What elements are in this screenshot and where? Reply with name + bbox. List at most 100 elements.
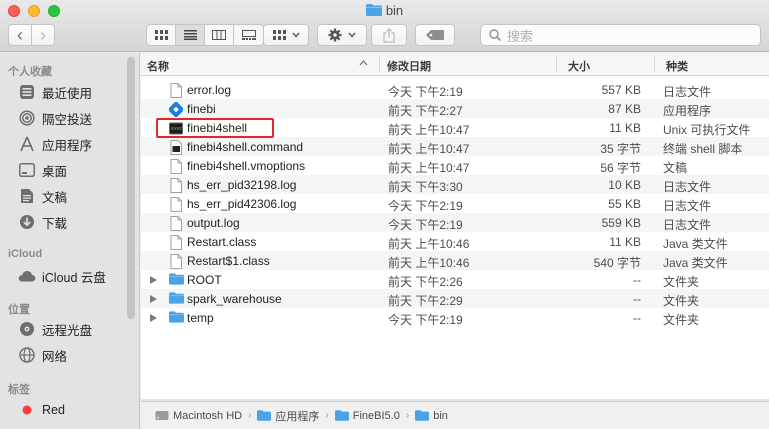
sidebar-scrollbar[interactable] <box>127 57 135 319</box>
column-divider[interactable] <box>556 56 557 72</box>
path-item-finebi[interactable]: FineBI5.0 <box>334 409 400 422</box>
path-item-label: FineBI5.0 <box>352 409 400 422</box>
sidebar-item-label: 下载 <box>42 216 68 231</box>
folder-icon <box>169 292 184 307</box>
file-modified-date: 今天 下午2:19 <box>388 85 463 99</box>
forward-button[interactable]: › <box>31 24 55 46</box>
search-placeholder: 搜索 <box>507 28 534 44</box>
title-toolbar: bin ‹ › 搜索 <box>0 0 769 52</box>
file-size: 35 字节 <box>600 142 641 156</box>
grid-icon <box>154 30 168 40</box>
table-row[interactable]: finebi4shell.vmoptions 前天 上午10:47 56 字节 文稿 <box>141 156 769 175</box>
file-name: Restart$1.class <box>187 254 270 268</box>
chevron-down-icon <box>291 32 300 38</box>
folder-icon <box>365 4 382 16</box>
icloud-icon <box>18 267 36 285</box>
sidebar-header-favorites: 个人收藏 <box>8 66 52 78</box>
file-name: finebi4shell.vmoptions <box>187 159 306 173</box>
file-kind: 文件夹 <box>663 275 700 289</box>
column-size-header[interactable]: 大小 <box>568 58 590 74</box>
file-size: 10 KB <box>608 178 641 192</box>
path-item-applications[interactable]: 应用程序 <box>257 408 319 424</box>
list-icon <box>183 30 197 40</box>
table-row[interactable]: hs_err_pid32198.log 前天 下午3:30 10 KB 日志文件 <box>141 175 769 194</box>
file-kind: 终端 shell 脚本 <box>663 142 743 156</box>
document-icon <box>169 235 183 250</box>
gallery-icon <box>241 30 256 40</box>
sidebar-item-label: 远程光盘 <box>42 323 93 338</box>
folder-icon <box>169 273 184 288</box>
sidebar-item-applications[interactable]: 应用程序 <box>18 134 92 154</box>
disclosure-triangle-icon[interactable] <box>150 295 157 303</box>
sidebar-item-desktop[interactable]: 桌面 <box>18 160 67 180</box>
edit-tags-button[interactable] <box>415 24 455 46</box>
file-kind: 文件夹 <box>663 294 700 308</box>
table-row[interactable]: output.log 今天 下午2:19 559 KB 日志文件 <box>141 213 769 232</box>
table-row[interactable]: hs_err_pid42306.log 今天 下午2:19 55 KB 日志文件 <box>141 194 769 213</box>
column-divider[interactable] <box>654 56 655 72</box>
file-kind: 应用程序 <box>663 104 712 118</box>
file-name: finebi4shell.command <box>187 140 304 154</box>
column-date-header[interactable]: 修改日期 <box>387 58 431 74</box>
action-menu-button[interactable] <box>317 24 367 46</box>
table-row[interactable]: finebi 前天 下午2:27 87 KB 应用程序 <box>141 99 769 118</box>
table-row[interactable]: spark_warehouse 前天 下午2:29 -- 文件夹 <box>141 289 769 308</box>
icon-view-button[interactable] <box>147 25 176 45</box>
file-name: output.log <box>187 216 240 230</box>
file-modified-date: 今天 下午2:19 <box>388 199 463 213</box>
column-view-button[interactable] <box>205 25 234 45</box>
gallery-view-button[interactable] <box>234 25 263 45</box>
table-row[interactable]: temp 今天 下午2:19 -- 文件夹 <box>141 308 769 327</box>
sidebar-item-documents[interactable]: 文稿 <box>18 186 67 206</box>
sidebar-item-downloads[interactable]: 下载 <box>18 212 67 232</box>
chevron-down-icon <box>348 32 356 38</box>
file-modified-date: 前天 上午10:46 <box>388 237 470 251</box>
file-name: spark_warehouse <box>187 292 282 306</box>
file-kind: 日志文件 <box>663 180 712 194</box>
search-icon <box>489 29 501 41</box>
recents-icon <box>18 83 36 101</box>
search-field[interactable]: 搜索 <box>480 24 761 46</box>
sidebar-item-tag-red[interactable]: Red <box>18 400 65 420</box>
table-row[interactable]: error.log 今天 下午2:19 557 KB 日志文件 <box>141 80 769 99</box>
sidebar-item-airdrop[interactable]: 隔空投送 <box>18 108 92 128</box>
columns-icon <box>212 30 226 40</box>
path-bar: Macintosh HD › 应用程序 › FineBI5.0 › bin <box>141 401 769 429</box>
file-modified-date: 今天 下午2:19 <box>388 218 463 232</box>
column-divider[interactable] <box>379 56 380 72</box>
back-button[interactable]: ‹ <box>8 24 32 46</box>
file-kind: 日志文件 <box>663 218 712 232</box>
file-modified-date: 前天 上午10:47 <box>388 161 470 175</box>
file-size: 11 KB <box>609 121 641 135</box>
column-header: 名称 修改日期 大小 种类 <box>141 53 769 76</box>
table-row[interactable]: finebi4shell.command 前天 上午10:47 35 字节 终端 sh… <box>141 137 769 156</box>
path-item-bin[interactable]: bin <box>415 410 448 422</box>
group-by-button[interactable] <box>263 24 309 46</box>
file-name: Restart.class <box>187 235 257 249</box>
sidebar-item-network[interactable]: 网络 <box>18 345 67 365</box>
sidebar-item-icloud-drive[interactable]: iCloud 云盘 <box>18 266 106 286</box>
disclosure-triangle-icon[interactable] <box>150 314 157 322</box>
sidebar-item-remote-disc[interactable]: 远程光盘 <box>18 319 92 339</box>
file-modified-date: 前天 下午2:26 <box>388 275 463 289</box>
table-row[interactable]: Restart$1.class 前天 上午10:46 540 字节 Java 类文件 <box>141 251 769 270</box>
share-icon <box>383 27 395 43</box>
file-name: error.log <box>187 83 232 97</box>
sidebar-header-icloud: iCloud <box>8 248 43 260</box>
column-kind-header[interactable]: 种类 <box>666 58 688 74</box>
list-view-button[interactable] <box>176 25 205 45</box>
disclosure-triangle-icon[interactable] <box>150 276 157 284</box>
table-row[interactable]: ROOT 前天 下午2:26 -- 文件夹 <box>141 270 769 289</box>
sidebar-item-label: 应用程序 <box>42 138 93 153</box>
column-name-header[interactable]: 名称 <box>147 58 169 74</box>
file-name: hs_err_pid42306.log <box>187 197 297 211</box>
sidebar-item-recents[interactable]: 最近使用 <box>18 82 92 102</box>
chevron-right-icon: › <box>40 25 46 45</box>
table-row[interactable]: Restart.class 前天 上午10:46 11 KB Java 类文件 <box>141 232 769 251</box>
file-modified-date: 前天 上午10:46 <box>388 256 470 270</box>
share-button[interactable] <box>371 24 407 46</box>
file-size: 557 KB <box>601 83 641 97</box>
document-icon <box>169 197 183 212</box>
file-size: -- <box>633 292 641 306</box>
path-item-macintosh-hd[interactable]: Macintosh HD <box>155 410 242 422</box>
